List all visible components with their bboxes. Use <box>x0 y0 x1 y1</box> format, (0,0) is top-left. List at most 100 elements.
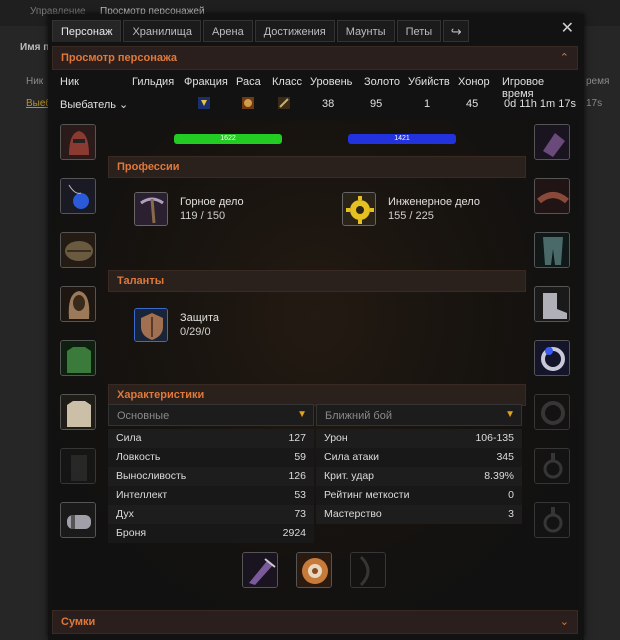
chest-icon[interactable] <box>60 340 96 376</box>
header-guild: Гильдия <box>132 76 175 88</box>
stat-row: Крит. удар 8.39% <box>316 467 522 486</box>
header-gold: Золото <box>364 76 400 88</box>
stat-value: 106-135 <box>475 432 514 444</box>
ring-icon[interactable] <box>534 340 570 376</box>
mana-bar: 1421 <box>348 134 456 144</box>
tabard-icon[interactable] <box>60 448 96 484</box>
section-title: Просмотр персонажа <box>61 52 178 64</box>
race-dwarf-icon <box>242 97 254 112</box>
stat-label: Броня <box>116 527 147 539</box>
stat-label: Интеллект <box>116 489 168 501</box>
mainhand-icon[interactable] <box>242 552 278 588</box>
stats-category-value: Основные <box>117 410 170 422</box>
stat-row: Мастерство 3 <box>316 505 522 524</box>
boots-icon[interactable] <box>534 286 570 322</box>
talents-title: Таланты <box>117 275 165 287</box>
belt-icon[interactable] <box>534 178 570 214</box>
chevron-up-icon[interactable]: ⌃ <box>560 51 569 64</box>
stats-title: Характеристики <box>117 389 205 401</box>
background-name-label: Имя п <box>20 42 50 53</box>
stat-row: Дух 73 <box>108 505 314 524</box>
gear-icon <box>342 192 376 226</box>
header-class: Класс <box>272 76 302 88</box>
professions-header: Профессии <box>108 156 526 178</box>
profession-name: Инженерное дело <box>388 196 480 208</box>
stat-value: 0 <box>508 489 514 501</box>
background-time-label: ремя <box>586 76 610 87</box>
faction-alliance-icon <box>198 97 210 112</box>
ranged-empty-icon[interactable] <box>350 552 386 588</box>
stat-label: Дух <box>116 508 134 520</box>
shirt-icon[interactable] <box>60 394 96 430</box>
stat-label: Ловкость <box>116 451 161 463</box>
class-warrior-icon <box>278 97 290 112</box>
stats-category-value: Ближний бой <box>325 410 392 422</box>
professions-title: Профессии <box>117 161 180 173</box>
trinket-empty-icon[interactable] <box>534 448 570 484</box>
chevron-down-icon: ▼ <box>505 409 515 420</box>
stat-label: Урон <box>324 432 348 444</box>
stat-value: 53 <box>294 489 306 501</box>
stat-value: 3 <box>508 508 514 520</box>
character-table-row: Выебатель ⌄ 38 95 1 45 0d 11h 1m 17s <box>52 94 578 116</box>
stats-category-select[interactable]: Основные ▼ <box>108 404 314 426</box>
row-kills: 1 <box>424 98 431 110</box>
stat-value: 8.39% <box>484 470 514 482</box>
stat-label: Сила атаки <box>324 451 379 463</box>
header-faction: Фракция <box>184 76 228 88</box>
character-table-header: Ник Гильдия Фракция Раса Класс Уровень З… <box>52 72 578 100</box>
close-icon[interactable]: ✕ <box>561 18 574 38</box>
tab-achievements[interactable]: Достижения <box>254 20 335 42</box>
stat-value: 73 <box>294 508 306 520</box>
amulet-icon[interactable] <box>60 178 96 214</box>
header-honor: Хонор <box>458 76 490 88</box>
shield-icon <box>134 308 168 342</box>
stat-row: Броня 2924 <box>108 524 314 543</box>
stat-value: 59 <box>294 451 306 463</box>
stats-category-select[interactable]: Ближний бой ▼ <box>316 404 522 426</box>
offhand-shield-icon[interactable] <box>296 552 332 588</box>
ring-empty-icon[interactable] <box>534 394 570 430</box>
stat-row: Сила атаки 345 <box>316 448 522 467</box>
chevron-down-icon: ▼ <box>297 409 307 420</box>
background-nick-label: Ник <box>26 76 44 87</box>
talents-header: Таланты <box>108 270 526 292</box>
header-race: Раса <box>236 76 261 88</box>
character-modal: Персонаж Хранилища Арена Достижения Маун… <box>48 14 584 640</box>
tab-mounts[interactable]: Маунты <box>336 20 395 42</box>
character-view-section[interactable]: Просмотр персонажа ⌃ <box>52 46 578 70</box>
legs-icon[interactable] <box>534 232 570 268</box>
stat-label: Крит. удар <box>324 470 375 482</box>
helmet-icon[interactable] <box>60 124 96 160</box>
trinket-empty-icon[interactable] <box>534 502 570 538</box>
talent-name: Защита <box>180 312 219 324</box>
tab-storage[interactable]: Хранилища <box>123 20 201 42</box>
stat-value: 345 <box>496 451 514 463</box>
row-playtime: 0d 11h 1m 17s <box>504 98 576 110</box>
bags-section[interactable]: Сумки ⌄ <box>52 610 578 634</box>
share-icon[interactable]: ↪ <box>443 20 470 42</box>
stat-value: 127 <box>288 432 306 444</box>
shoulders-icon[interactable] <box>60 232 96 268</box>
header-nick: Ник <box>60 76 79 88</box>
header-level: Уровень <box>310 76 353 88</box>
chevron-down-icon[interactable]: ⌄ <box>560 615 569 628</box>
stats-header: Характеристики <box>108 384 526 406</box>
stat-label: Рейтинг меткости <box>324 489 410 501</box>
row-nick-dropdown[interactable]: Выебатель ⌄ <box>60 98 128 111</box>
pickaxe-icon <box>134 192 168 226</box>
stat-label: Мастерство <box>324 508 382 520</box>
talent-value: 0/29/0 <box>180 326 211 338</box>
background-time-value: 17s <box>586 98 603 109</box>
cloak-icon[interactable] <box>60 286 96 322</box>
bracers-icon[interactable] <box>60 502 96 538</box>
stat-row: Выносливость 126 <box>108 467 314 486</box>
row-nick: Выебатель <box>60 99 116 111</box>
profession-value: 155 / 225 <box>388 210 434 222</box>
tab-arena[interactable]: Арена <box>202 20 253 42</box>
gloves-icon[interactable] <box>534 124 570 160</box>
row-honor: 45 <box>466 98 479 110</box>
tab-character[interactable]: Персонаж <box>52 20 122 42</box>
stat-label: Сила <box>116 432 142 444</box>
tab-pets[interactable]: Петы <box>396 20 442 42</box>
